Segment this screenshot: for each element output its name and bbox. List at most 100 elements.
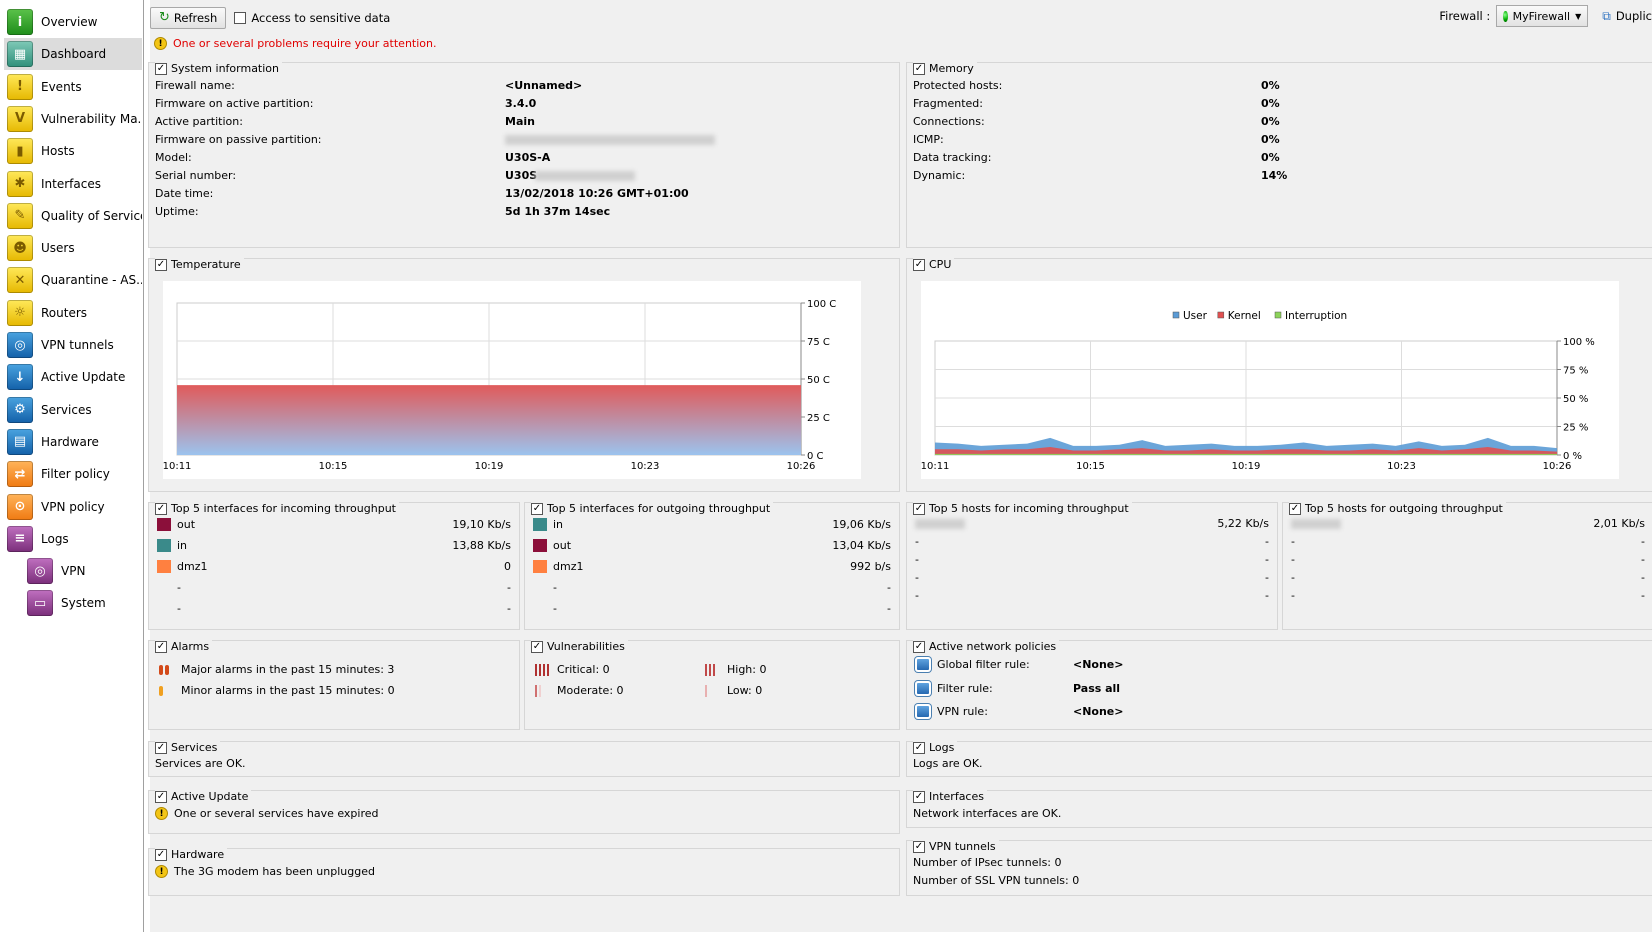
sidebar-item-overview[interactable]: i Overview [4,6,142,38]
panel-header[interactable]: ✓ Active Update [155,790,252,803]
firewall-selector-zone: Firewall : MyFirewall ▼ ⧉ Duplic [1439,5,1652,27]
sysinfo-key: Uptime: [155,205,199,218]
firewall-select[interactable]: MyFirewall ▼ [1496,5,1589,27]
top-item-name: in [553,518,564,531]
system-information-panel: ✓ System information Firewall name: <Unnam… [148,62,900,248]
y-tick-label: 100 % [1563,337,1595,348]
legend-swatch [1274,311,1282,319]
sidebar-item-filter-policy[interactable]: ⇄ Filter policy [4,458,142,490]
interfaces-status: Network interfaces are OK. [913,807,1062,820]
panel-header[interactable]: ✓ CPU [913,258,955,271]
policy-value: Pass all [1073,681,1121,695]
refresh-icon: ↻ [159,10,170,25]
panel-header[interactable]: ✓ Top 5 hosts for outgoing throughput [1289,502,1506,515]
x-tick-label: 10:19 [475,461,504,472]
panel-header[interactable]: ✓ Top 5 interfaces for incoming throughpu… [155,502,399,515]
panel-header[interactable]: ✓ Top 5 hosts for incoming throughput [913,502,1132,515]
sidebar-item-label: Vulnerability Ma... [41,111,142,126]
shield-icon: V [7,105,33,132]
legend-swatch [1172,311,1180,319]
top-item-name: out [177,518,196,531]
refresh-button[interactable]: ↻ Refresh [150,6,227,29]
panel-header[interactable]: ✓ Temperature [155,258,244,271]
top-item-name: - [915,589,919,602]
sidebar-item-events[interactable]: ! Events [4,71,142,103]
cpu-panel: ✓ CPU 10:11 10:15 10:19 10:23 10:26 100 % 75 % 5… [906,258,1652,492]
checkbox-icon: ✓ [1289,502,1301,515]
cpu-chart: 10:11 10:15 10:19 10:23 10:26 100 % 75 % 50 % 25… [921,310,1595,472]
checkbox-icon: ✓ [155,848,167,861]
vpn-icon: ◎ [7,332,33,358]
sidebar-item-dashboard[interactable]: ▦ Dashboard [4,38,142,71]
sidebar-item-system[interactable]: ▭ System [24,587,142,619]
sidebar-item-label: Users [41,241,75,256]
panel-header[interactable]: ✓ Hardware [155,848,228,861]
series-color-swatch [533,539,547,552]
sidebar-item-users[interactable]: ☻ Users [4,232,142,264]
top-hosts-incoming-panel: ✓ Top 5 hosts for incoming throughput 5,2… [906,502,1278,630]
sidebar-item-vpn[interactable]: ◎ VPN [24,555,142,587]
top-item-value: 992 b/s [850,560,891,573]
logs-icon: ≡ [7,525,33,552]
sidebar-item-vulnerability-ma[interactable]: V Vulnerability Ma... [4,103,142,135]
panel-header[interactable]: ✓ Top 5 interfaces for outgoing throughpu… [531,502,774,515]
legend-label: Interruption [1285,310,1347,322]
sysinfo-key: Model: [155,151,192,164]
panel-header[interactable]: ✓ VPN tunnels [913,840,999,853]
panel-header[interactable]: ✓ Logs [913,741,958,754]
sidebar-item-label: System [61,596,106,611]
series-color-swatch [533,518,547,531]
sidebar-item-interfaces[interactable]: ✱ Interfaces [4,168,142,200]
y-tick-label: 50 % [1563,394,1588,405]
sidebar-item-label: Services [41,402,92,417]
sidebar-item-quality-of-service[interactable]: ✎ Quality of Service [4,200,142,232]
sidebar-item-routers[interactable]: ☼ Routers [4,297,142,329]
low-row: Low: 0 [705,684,762,697]
x-tick-label: 10:23 [1387,461,1416,472]
checkbox-icon: ✓ [913,258,925,271]
memory-key: ICMP: [913,133,944,146]
top-item-value: - [1265,535,1269,548]
vulnerabilities-panel: ✓ Vulnerabilities Critical: 0 Moderate: 0… [524,640,900,730]
panel-header[interactable]: ✓ Services [155,741,221,754]
sysinfo-key: Firmware on passive partition: [155,133,322,146]
x-tick-label: 10:26 [787,461,816,472]
vpn-log-icon: ◎ [27,558,53,585]
memory-value: 0% [1261,115,1280,128]
warning-icon: ! [7,73,33,100]
sidebar-item-hardware[interactable]: ▤ Hardware [4,426,142,458]
panel-header[interactable]: ✓ Interfaces [913,790,987,803]
sidebar-item-services[interactable]: ⚙ Services [4,394,142,426]
panel-header[interactable]: ✓ System information [155,62,283,75]
sidebar-item-hosts[interactable]: ▮ Hosts [4,135,142,167]
sidebar-item-active-update[interactable]: ↓ Active Update [4,361,142,393]
y-tick-label: 0 C [807,451,824,462]
y-tick-label: 50 C [807,375,830,386]
sidebar-item-label: Routers [41,305,88,320]
top-item-name: - [1291,535,1295,548]
cpu-series-interruption [935,453,1557,455]
panel-header[interactable]: ✓ Alarms [155,640,213,653]
memory-panel: ✓ Memory Protected hosts: 0% Fragmented: 0% C… [906,62,1652,248]
sidebar-item-vpn-policy[interactable]: ⊙ VPN policy [4,491,142,523]
sidebar-item-vpn-tunnels[interactable]: ◎ VPN tunnels [4,329,142,361]
sysinfo-value: <Unnamed> [505,79,583,92]
top-item-name: - [553,581,557,594]
policy-value: <None> [1073,705,1124,718]
logs-panel: ✓ Logs Logs are OK. [906,741,1652,777]
series-color-swatch [157,539,171,552]
checkbox-icon: ✓ [913,502,925,515]
sensitive-data-checkbox[interactable]: Access to sensitive data [234,11,390,25]
minor-alarms-row: Minor alarms in the past 15 minutes: 0 [159,684,395,697]
sysinfo-key: Serial number: [155,169,237,182]
panel-header[interactable]: ✓ Vulnerabilities [531,640,628,653]
duplicate-button[interactable]: ⧉ Duplic [1602,9,1652,24]
sidebar-item-logs[interactable]: ≡ Logs [4,523,142,555]
panel-header[interactable]: ✓ Active network policies [913,640,1060,653]
sidebar-item-quarantine-as[interactable]: ✕ Quarantine - AS... [4,264,142,296]
cpu-chart-area: 10:11 10:15 10:19 10:23 10:26 100 % 75 % 50 % 25… [921,281,1619,479]
sidebar-item-label: Dashboard [41,47,107,62]
panel-header[interactable]: ✓ Memory [913,62,977,75]
active-update-panel: ✓ Active Update ! One or several services… [148,790,900,834]
firewall-label: Firewall : [1439,9,1491,23]
